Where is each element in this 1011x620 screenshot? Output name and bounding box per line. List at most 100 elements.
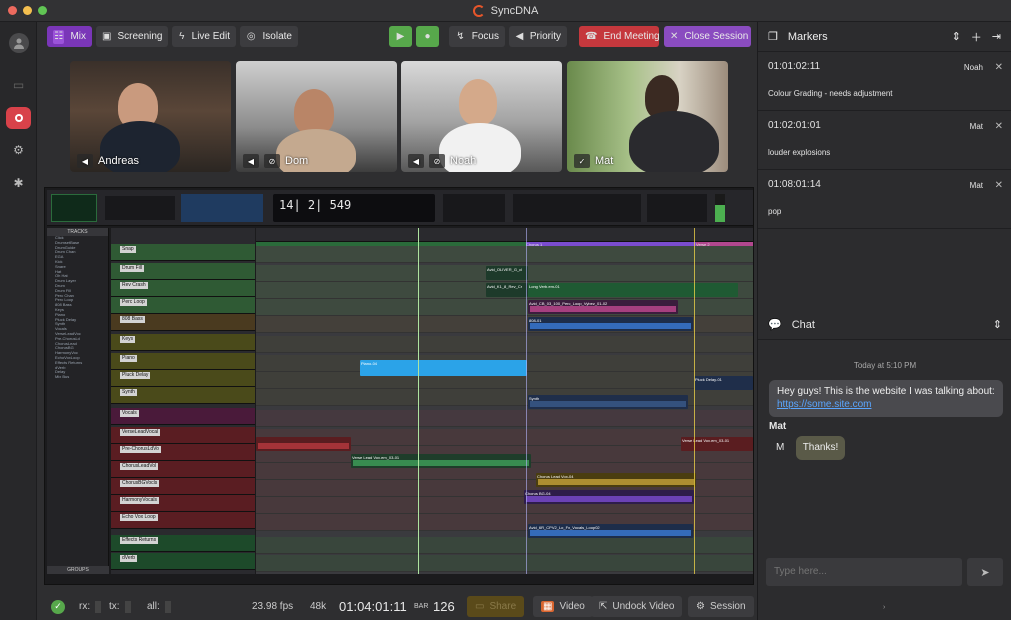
track-lane[interactable]	[256, 246, 753, 263]
track-lane[interactable]	[256, 410, 753, 427]
playhead[interactable]	[418, 228, 419, 574]
track-lane[interactable]	[256, 555, 753, 572]
microphone-toggle[interactable]: ●	[416, 26, 439, 47]
marker-item[interactable]: 01:08:01:14 Mat ✕ pop	[758, 170, 1011, 229]
send-button[interactable]: ➤	[967, 558, 1003, 586]
export-icon[interactable]: ⇥	[992, 30, 1001, 43]
audio-clip[interactable]: Avid_CB_03_100_Perc_Loop_Vybez_01-02	[528, 300, 678, 314]
track-header[interactable]: Rev Crash	[111, 280, 255, 297]
end-meeting-button[interactable]: ☎ End Meeting	[579, 26, 660, 47]
track-lane[interactable]	[256, 299, 753, 316]
track-name[interactable]: Effects Returns	[120, 537, 159, 544]
track-header[interactable]: ChorusLeadVol	[111, 461, 255, 478]
track-name[interactable]: ChorusBGVocls	[120, 480, 160, 487]
midi-clip[interactable]: Piano-04	[360, 360, 527, 376]
audio-clip[interactable]: Verse Lead Vox.em_03-01	[351, 454, 531, 468]
priority-button[interactable]: ◀ Priority	[509, 26, 567, 47]
screening-button[interactable]: ▣ Screening	[96, 26, 168, 47]
track-name[interactable]: Vocals	[120, 410, 139, 417]
audio-clip[interactable]: Long Verb.em-01	[528, 283, 738, 297]
track-name[interactable]: Keys	[120, 336, 136, 343]
track-list-item[interactable]: Mix Bus	[47, 375, 108, 380]
audio-clip[interactable]: Avid_6R_CPV2_Lo_Fx_Vocals_Loop02	[528, 524, 693, 538]
panel-handle-icon[interactable]: ›	[883, 604, 885, 611]
track-header[interactable]: Vocals	[111, 408, 255, 425]
minimize-window-button[interactable]	[23, 6, 32, 15]
gear-icon[interactable]: ⚙	[6, 139, 31, 161]
track-header[interactable]: Drum Fill	[111, 263, 255, 280]
add-marker-icon[interactable]: ＋	[971, 29, 982, 45]
isolate-button[interactable]: ◎ Isolate	[240, 26, 298, 47]
track-lane[interactable]	[256, 537, 753, 554]
track-name[interactable]: Synth	[120, 389, 137, 396]
track-lane[interactable]	[256, 336, 753, 353]
video-tile-mat[interactable]: ✓ Mat	[567, 61, 728, 172]
track-name[interactable]: 808 Bass	[120, 316, 145, 323]
track-name[interactable]: dVerb	[120, 555, 138, 562]
edit-timeline[interactable]: Chorus 1 Verse 2 Avid_OLIVER_G_cl Avid_K…	[256, 228, 753, 574]
focus-button[interactable]: ↯ Focus	[449, 26, 505, 47]
track-name[interactable]: Drum Fill	[120, 265, 144, 272]
track-name[interactable]: ChorusLeadVol	[120, 463, 159, 470]
mix-button[interactable]: ☷ Mix	[47, 26, 92, 47]
undock-video-button[interactable]: ⇱ Undock Video	[591, 596, 683, 617]
track-header[interactable]: Echo Vox Loop	[111, 512, 255, 529]
track-header[interactable]: Snap	[111, 244, 255, 261]
audio-clip[interactable]: Synth	[528, 395, 688, 409]
chat-link[interactable]: https://some.site.com	[777, 398, 995, 411]
user-avatar-icon[interactable]	[9, 33, 29, 53]
track-header[interactable]: Synth	[111, 387, 255, 404]
chat-icon[interactable]: ▭	[6, 74, 31, 96]
track-header[interactable]: Pluck Delay	[111, 370, 255, 387]
audio-clip[interactable]: Chorus Lead Vox-04	[536, 473, 696, 487]
track-name[interactable]: Piano	[120, 355, 137, 362]
marker-item[interactable]: 01:01:02:11 Noah ✕ Colour Grading - need…	[758, 52, 1011, 111]
record-icon[interactable]	[6, 107, 31, 129]
close-window-button[interactable]	[8, 6, 17, 15]
video-tile-dom[interactable]: ◀ ⊘ Dom	[236, 61, 397, 172]
audio-clip[interactable]: Avid_OLIVER_G_cl	[486, 266, 528, 280]
chat-input[interactable]	[766, 558, 962, 586]
delete-marker-icon[interactable]: ✕	[995, 62, 1003, 73]
close-session-button[interactable]: ✕ Close Session	[664, 26, 751, 47]
session-button[interactable]: ⚙ Session	[688, 596, 754, 617]
zoom-window-button[interactable]	[38, 6, 47, 15]
track-name[interactable]: HarmonyVocals	[120, 497, 160, 504]
track-header[interactable]: Pre-ChorusLdVo	[111, 444, 255, 461]
track-name[interactable]: VerseLeadVocal	[120, 429, 161, 436]
track-header[interactable]: VerseLeadVocal	[111, 427, 255, 444]
camera-toggle[interactable]: ▶	[389, 26, 412, 47]
collapse-icon[interactable]: ⇕	[993, 318, 1002, 331]
audio-clip[interactable]: Verse Lead Vox.em_03-01	[681, 437, 753, 451]
track-header[interactable]: Effects Returns	[111, 535, 255, 552]
track-name[interactable]: Pluck Delay	[120, 372, 151, 379]
audio-clip[interactable]: Avid_K1_8_Rev_Cr	[486, 283, 528, 297]
audio-clip[interactable]: 808-01	[528, 317, 693, 331]
track-header[interactable]: HarmonyVocals	[111, 495, 255, 512]
delete-marker-icon[interactable]: ✕	[995, 121, 1003, 132]
track-header[interactable]: Perc Loop	[111, 297, 255, 314]
live-edit-button[interactable]: ϟ Live Edit	[172, 26, 236, 47]
daw-shared-screen[interactable]: 14| 2| 549 TRACKS Click DrumsetBase DrumGu…	[44, 187, 754, 585]
video-tile-noah[interactable]: ◀ ⊘ Noah	[401, 61, 562, 172]
share-button[interactable]: ▭ Share	[467, 596, 525, 617]
marker-item[interactable]: 01:02:01:01 Mat ✕ louder explosions	[758, 111, 1011, 170]
expand-icon[interactable]: ⇕	[952, 30, 961, 43]
audio-clip[interactable]: Pluck Delay-01	[694, 376, 753, 390]
audio-clip[interactable]: Chorus BG-04	[524, 490, 694, 504]
track-name[interactable]: Pre-ChorusLdVo	[120, 446, 161, 453]
video-tile-andreas[interactable]: ◀ Andreas	[70, 61, 231, 172]
video-button[interactable]: ▦ Video	[533, 596, 593, 617]
track-name[interactable]: Perc Loop	[120, 299, 147, 306]
track-header[interactable]: dVerb	[111, 553, 255, 570]
track-name[interactable]: Rev Crash	[120, 282, 148, 289]
bug-icon[interactable]: ✱	[6, 172, 31, 194]
track-header[interactable]: ChorusBGVocls	[111, 478, 255, 495]
track-header[interactable]: Piano	[111, 353, 255, 370]
track-header[interactable]: Keys	[111, 334, 255, 351]
track-name[interactable]: Echo Vox Loop	[120, 514, 158, 521]
audio-clip[interactable]	[256, 437, 351, 451]
delete-marker-icon[interactable]: ✕	[995, 180, 1003, 191]
track-name[interactable]: Snap	[120, 246, 136, 253]
track-header[interactable]: 808 Bass	[111, 314, 255, 331]
